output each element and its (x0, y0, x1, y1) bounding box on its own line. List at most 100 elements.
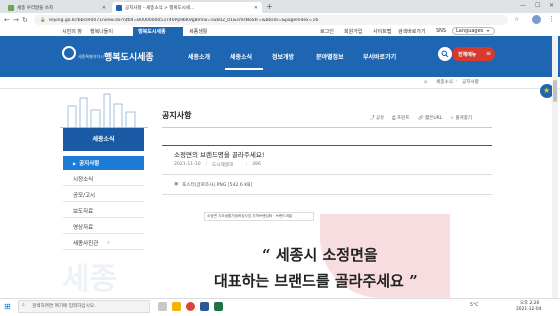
back-icon[interactable]: ← (4, 16, 10, 24)
lock-icon: 🔒 (40, 17, 46, 23)
attachment-divider (162, 194, 492, 195)
sidebar-item-video[interactable]: 영상자료 (63, 220, 144, 234)
sidebar-item-announcements[interactable]: 공모/고시 (63, 188, 144, 202)
sidebar-watermark: 세종 (62, 262, 118, 297)
gnb-item-open-info[interactable]: 정보개방 (272, 52, 294, 61)
article-date: 2021-11-10 (174, 162, 201, 167)
util-link-active[interactable]: 행복도시세종 (138, 28, 166, 35)
chevron-down-icon: ▾ (487, 28, 490, 33)
tool-label: 짧은URL (425, 116, 443, 121)
task-view-icon[interactable] (158, 302, 167, 311)
sidebar-item-press[interactable]: 보도자료 (63, 204, 144, 218)
tool-label: 즐겨찾기 (455, 116, 473, 121)
chrome-icon[interactable] (186, 302, 195, 311)
star-icon: ★ (543, 86, 551, 95)
languages-label: Languages (456, 28, 484, 34)
tool-label: 프린트 (397, 116, 410, 121)
external-link-icon: ↗ (106, 240, 110, 245)
sidebar-item-label: 공지사항 (79, 161, 100, 167)
page-title: 공지사항 (162, 111, 192, 120)
sidebar-item-label: 보도자료 (73, 208, 94, 215)
share-icon: ⤴ (370, 116, 375, 121)
tab-label: 공지사항 - 세종소식 > 행복도시세... (125, 5, 195, 11)
site-logo[interactable]: 행복도시세종 (104, 50, 154, 63)
breadcrumb-item[interactable]: 공지사항 (462, 79, 479, 85)
link-icon: 🔗 (418, 116, 424, 121)
browser-tab-active[interactable]: 공지사항 - 세종소식 > 행복도시세... ✕ (112, 2, 262, 13)
article-views: 396 (252, 162, 261, 167)
taskbar-search-placeholder: 검색하려면 여기에 입력하십시오. (32, 304, 96, 309)
excel-icon[interactable] (214, 302, 223, 311)
maximize-icon[interactable]: ☐ (535, 2, 540, 9)
search-shortcut-link[interactable]: 검색바로가기 (398, 28, 426, 35)
gnb-active-indicator (225, 68, 263, 70)
menu-dots-icon[interactable]: ⋮ (548, 15, 555, 23)
breadcrumb-item[interactable]: 세종소식 (436, 79, 453, 85)
scrollbar-track[interactable] (552, 36, 558, 298)
gnb-item-news[interactable]: 세종소식 (230, 52, 252, 61)
poster-image: 소정면 기초생활거점육성사업 지역브랜딩화 · 브랜드개발 “ 세종시 소정면을… (204, 206, 450, 298)
signup-link[interactable]: 회원가입 (344, 28, 362, 35)
word-icon[interactable] (200, 302, 209, 311)
file-explorer-icon[interactable] (172, 302, 181, 311)
reload-icon[interactable]: ↻ (22, 16, 28, 24)
poster-headline-1: “ 세종시 소정면을 (262, 246, 378, 264)
sidebar-item-city-news[interactable]: 시정소식 (63, 172, 144, 186)
site-favicon-icon (8, 4, 14, 11)
util-link[interactable]: 세종생활 (189, 28, 207, 35)
favorite-button[interactable]: ☆ 즐겨찾기 (450, 115, 472, 121)
taskbar-date[interactable]: 2021-12-04 (516, 307, 542, 312)
sidebar-item-label: 세종사진관 (73, 240, 99, 247)
util-link[interactable]: 시민의 창 (62, 28, 82, 35)
gnb-item-about[interactable]: 세종소개 (188, 52, 210, 61)
meta-separator: | (206, 162, 208, 167)
sidebar-item-notice[interactable]: ▶ 공지사항 (63, 156, 144, 170)
bullet-icon: ▶ (73, 160, 77, 166)
chevron-right-icon: › (456, 79, 458, 84)
poster-caption: 소정면 기초생활거점육성사업 지역브랜딩화 · 브랜드개발 (204, 212, 314, 221)
taskbar-time[interactable]: 오후 2:20 (520, 300, 539, 306)
minimize-icon[interactable]: — (520, 2, 526, 9)
windows-start-icon[interactable]: ⊞ (4, 302, 11, 311)
util-link[interactable]: 행복나들이 (90, 28, 113, 35)
browser-tab[interactable]: 세종 우리말을 쓰자 ✕ (4, 2, 110, 13)
tool-label: 공유 (375, 116, 385, 121)
short-url-button[interactable]: 🔗 짧은URL (418, 115, 442, 121)
gnb-item-departments[interactable]: 부서바로가기 (363, 52, 396, 61)
login-link[interactable]: 로그인 (320, 28, 334, 35)
city-skyline-illustration (60, 93, 148, 128)
share-button[interactable]: ⤴ 공유 (370, 115, 384, 121)
meta-separator: | (246, 162, 248, 167)
home-icon[interactable]: ⌂ (424, 79, 427, 85)
poster-headline-2: 대표하는 브랜드를 골라주세요 ” (214, 272, 418, 290)
search-icon (441, 50, 449, 58)
new-tab-button[interactable]: + (266, 2, 273, 11)
site-favicon-icon (116, 4, 122, 11)
attachment-link[interactable]: 포스터(글로조사).PNG [542.6 KB] (182, 182, 252, 188)
print-button[interactable]: ⎙ 프린트 (392, 115, 409, 121)
close-window-icon[interactable]: ✕ (549, 2, 554, 9)
avatar[interactable] (532, 15, 541, 24)
sidebar-item-photo[interactable]: 세종사진관 ↗ (63, 236, 144, 250)
forward-icon[interactable]: → (13, 16, 19, 24)
gnb-item-fields[interactable]: 분야별정보 (316, 52, 344, 61)
meta-divider (162, 174, 492, 175)
address-bar[interactable]: 🔒 sejong.go.kr/bbs/R0071/view.do?nttId=B… (34, 15, 508, 25)
close-icon[interactable]: ✕ (254, 5, 258, 11)
article-top-border (162, 145, 492, 146)
star-icon[interactable]: ☆ (514, 16, 519, 23)
close-icon[interactable]: ✕ (102, 5, 106, 11)
hamburger-icon: ≡ (486, 50, 492, 57)
sns-link[interactable]: SNS (436, 28, 446, 34)
sidebar-item-label: 영상자료 (73, 224, 94, 231)
article-department: 도시재생과 (212, 163, 234, 168)
logo-subtitle: 세종특별자치시 (78, 54, 104, 59)
weather-temp[interactable]: 5°C (470, 303, 478, 308)
url-text: sejong.go.kr/bbs/R0071/view.do?nttId=B00… (48, 17, 319, 23)
title-divider (162, 127, 492, 128)
print-icon: ⎙ (392, 116, 396, 121)
tab-label: 세종 우리말을 쓰자 (17, 5, 53, 11)
scrollbar-thumb[interactable] (553, 80, 557, 102)
sidebar-title: 세종소식 (63, 128, 144, 151)
sitemap-link[interactable]: 사이트맵 (373, 28, 391, 35)
